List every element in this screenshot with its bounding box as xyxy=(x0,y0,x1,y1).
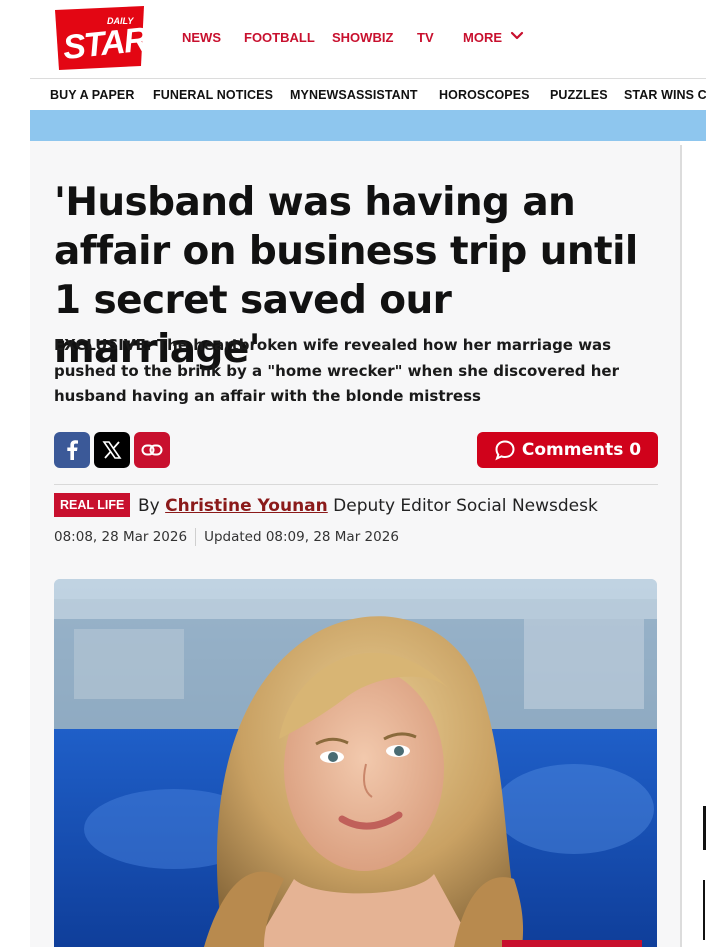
subnav-star-wins[interactable]: STAR WINS C xyxy=(624,88,706,102)
author-link[interactable]: Christine Younan xyxy=(165,496,328,516)
comments-label: Comments xyxy=(521,440,624,460)
comment-bubble-icon xyxy=(495,440,515,461)
byline: By Christine Younan Deputy Editor Social… xyxy=(138,496,598,516)
share-x-button[interactable] xyxy=(94,432,130,468)
chevron-down-icon xyxy=(510,31,524,41)
nav-news[interactable]: NEWS xyxy=(182,30,221,45)
nav-more[interactable]: MORE xyxy=(463,30,524,45)
subnav-buy-a-paper[interactable]: BUY A PAPER xyxy=(50,88,134,102)
subnav-horoscopes[interactable]: HOROSCOPES xyxy=(439,88,530,102)
subnav-puzzles[interactable]: PUZZLES xyxy=(550,88,608,102)
published-time: 08:08, 28 Mar 2026 xyxy=(54,529,188,545)
promo-banner[interactable] xyxy=(30,110,706,141)
comments-count: 0 xyxy=(629,440,642,460)
comments-button[interactable]: Comments 0 xyxy=(477,432,658,468)
site-header: DAILY STAR NEWS FOOTBALL SHOWBIZ TV MORE xyxy=(0,0,706,78)
daily-star-logo[interactable]: DAILY STAR xyxy=(53,6,151,70)
updated-time: Updated 08:09, 28 Mar 2026 xyxy=(204,529,399,545)
category-tag[interactable]: REAL LIFE xyxy=(54,493,131,517)
article-dates: 08:08, 28 Mar 2026 Updated 08:09, 28 Mar… xyxy=(54,528,399,546)
secondary-nav: BUY A PAPER FUNERAL NOTICES MYNEWSASSIST… xyxy=(30,79,706,109)
meta-divider xyxy=(54,484,658,485)
author-role: Deputy Editor Social Newsdesk xyxy=(333,496,598,516)
nav-showbiz[interactable]: SHOWBIZ xyxy=(332,30,393,45)
sidebar-fragment xyxy=(703,880,705,940)
date-separator xyxy=(195,528,197,546)
hero-image[interactable] xyxy=(54,579,657,947)
nav-more-label: MORE xyxy=(463,30,502,45)
nav-tv[interactable]: TV xyxy=(417,30,434,45)
copy-link-button[interactable] xyxy=(134,432,170,468)
subnav-funeral-notices[interactable]: FUNERAL NOTICES xyxy=(153,88,273,102)
byline-prefix: By xyxy=(138,496,160,516)
sidebar-divider xyxy=(680,145,682,947)
share-facebook-button[interactable] xyxy=(54,432,90,468)
article-standfirst: EXCLUSIVE: The heartbroken wife revealed… xyxy=(54,336,620,405)
subnav-mynewsassistant[interactable]: MYNEWSASSISTANT xyxy=(290,88,418,102)
nav-football[interactable]: FOOTBALL xyxy=(244,30,315,45)
x-icon xyxy=(102,441,122,459)
link-icon xyxy=(141,444,163,456)
facebook-icon xyxy=(67,440,78,460)
